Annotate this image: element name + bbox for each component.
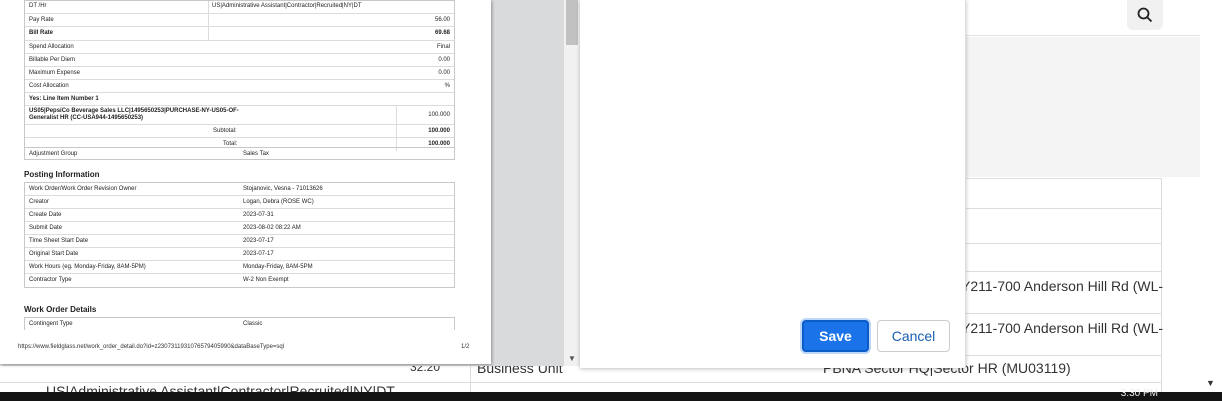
rates-table: DT /Hr US|Administrative Assistant|Contr… <box>24 0 455 160</box>
cell-value: 2023-07-31 <box>243 212 274 218</box>
cell-value: 69.68 <box>434 30 450 36</box>
divider <box>396 106 397 125</box>
table-row: Adjustment Group Sales Tax <box>25 148 454 161</box>
taskbar: 3:30 PM <box>0 388 1222 401</box>
pdf-page-number: 1/2 <box>461 344 470 350</box>
cell-value: Classic <box>243 321 263 327</box>
background-panel <box>966 37 1222 177</box>
divider <box>208 14 209 27</box>
top-bar <box>966 0 1222 36</box>
address-value: Y211-700 Anderson Hill Rd (WL- <box>961 278 1164 294</box>
line-item-label: Yes: Line Item Number 1 <box>29 96 99 102</box>
divider <box>396 125 397 138</box>
cell-label: Contingent Type <box>29 321 73 327</box>
cell-value: Sales Tax <box>243 151 269 157</box>
table-row: Contractor Type W-2 Non Exempt <box>25 274 454 287</box>
cell-label: Contractor Type <box>29 277 72 283</box>
table-row: Submit Date 2023-08-02 08:22 AM <box>25 222 454 235</box>
allocation-text: US05|PepsiCo Beverage Sales LLC|14956502… <box>29 108 239 114</box>
save-button[interactable]: Save <box>802 320 869 352</box>
cancel-button[interactable]: Cancel <box>877 320 950 352</box>
cell-label: Pay Rate <box>29 17 54 23</box>
page-scrollbar[interactable]: ▼ <box>1200 0 1222 392</box>
cell-label: DT /Hr <box>29 3 47 9</box>
cell-value: US|Administrative Assistant|Contractor|R… <box>212 3 362 9</box>
cell-label: Maximum Expense <box>29 70 81 76</box>
divider <box>208 1 209 14</box>
pdf-footer-url: https://www.fieldglass.net/work_order_de… <box>18 344 285 350</box>
table-row: Work Hours (eg. Monday-Friday, 8AM-5PM) … <box>25 261 454 274</box>
table-row: Bill Rate 69.68 <box>25 27 454 41</box>
cell-label: Adjustment Group <box>29 151 78 157</box>
search-icon <box>1137 7 1153 23</box>
cell-label: Original Start Date <box>29 251 79 257</box>
address-value: Y211-700 Anderson Hill Rd (WL- <box>961 320 1164 336</box>
table-row: Contingent Type Classic <box>25 318 454 331</box>
cell-value: 2023-07-17 <box>243 251 274 257</box>
table-row: DT /Hr US|Administrative Assistant|Contr… <box>25 1 454 14</box>
cell-value: Stojanovic, Vesna - 71013626 <box>243 186 323 192</box>
cell-label: Work Order/Work Order Revision Owner <box>29 186 137 192</box>
scrollbar-thumb[interactable] <box>566 0 578 45</box>
cell-label: Cost Allocation <box>29 83 69 89</box>
cell-value: Monday-Friday, 8AM-5PM <box>243 264 313 270</box>
search-button[interactable] <box>1127 0 1163 30</box>
divider <box>208 27 209 41</box>
table-row: Subtotal: 100.000 <box>25 125 454 138</box>
cell-value: Final <box>436 44 450 50</box>
print-dialog <box>580 0 966 368</box>
adjustment-table: Adjustment Group Sales Tax <box>24 147 455 160</box>
chevron-down-icon[interactable]: ▼ <box>568 354 576 363</box>
cell-label: Time Sheet Start Date <box>29 238 89 244</box>
table-row: Work Order/Work Order Revision Owner Sto… <box>25 183 454 196</box>
list-item <box>0 363 470 383</box>
cell-value: 2023-07-17 <box>243 238 274 244</box>
posting-information-heading: Posting Information <box>24 170 100 179</box>
cell-label: Creator <box>29 199 50 205</box>
cell-value: 0.00 <box>438 70 450 76</box>
cell-value: 2023-08-02 08:22 AM <box>243 225 301 231</box>
cell-label: Create Date <box>29 212 62 218</box>
cell-label: Submit Date <box>29 225 63 231</box>
table-row: Billable Per Diem 0.00 <box>25 54 454 67</box>
cell-value: Logan, Debra (ROSE WC) <box>243 199 314 205</box>
cell-label: Billable Per Diem <box>29 57 76 63</box>
cell-label: Spend Allocation <box>29 44 74 50</box>
pdf-viewer: DT /Hr US|Administrative Assistant|Contr… <box>0 0 580 366</box>
table-row: Time Sheet Start Date 2023-07-17 <box>25 235 454 248</box>
allocation-text: Generalist HR (CC-USA944-1495650253) <box>29 115 144 121</box>
subtotal-value: 100.000 <box>428 128 450 134</box>
work-order-details-heading: Work Order Details <box>24 305 97 314</box>
taskbar-clock: 3:30 PM <box>1120 388 1158 399</box>
details-table-pdf: Contingent Type Classic <box>24 317 455 330</box>
table-row: Spend Allocation Final <box>25 41 454 54</box>
table-row: Pay Rate 56.00 <box>25 14 454 27</box>
cell-label: Work Hours (eg. Monday-Friday, 8AM-5PM) <box>29 264 146 270</box>
table-row: US05|PepsiCo Beverage Sales LLC|14956502… <box>25 106 454 125</box>
allocation-value: 100.000 <box>428 112 450 118</box>
table-row: Cost Allocation % <box>25 80 454 93</box>
cell-value: W-2 Non Exempt <box>243 277 289 283</box>
table-row: Create Date 2023-07-31 <box>25 209 454 222</box>
cell-value: 0.00 <box>438 57 450 63</box>
cell-value: 56.00 <box>434 17 450 23</box>
subtotal-label: Subtotal: <box>213 128 237 134</box>
table-row: Original Start Date 2023-07-17 <box>25 248 454 261</box>
cell-label: Bill Rate <box>29 30 54 36</box>
cell-value: % <box>444 83 450 89</box>
chevron-down-icon[interactable]: ▼ <box>1206 378 1215 388</box>
table-row: Creator Logan, Debra (ROSE WC) <box>25 196 454 209</box>
table-row: Maximum Expense 0.00 <box>25 67 454 80</box>
pdf-scrollbar[interactable]: ▼ <box>564 0 580 366</box>
posting-table: Work Order/Work Order Revision Owner Sto… <box>24 182 455 288</box>
pdf-page: DT /Hr US|Administrative Assistant|Contr… <box>0 0 491 364</box>
table-row: Yes: Line Item Number 1 <box>25 93 454 106</box>
